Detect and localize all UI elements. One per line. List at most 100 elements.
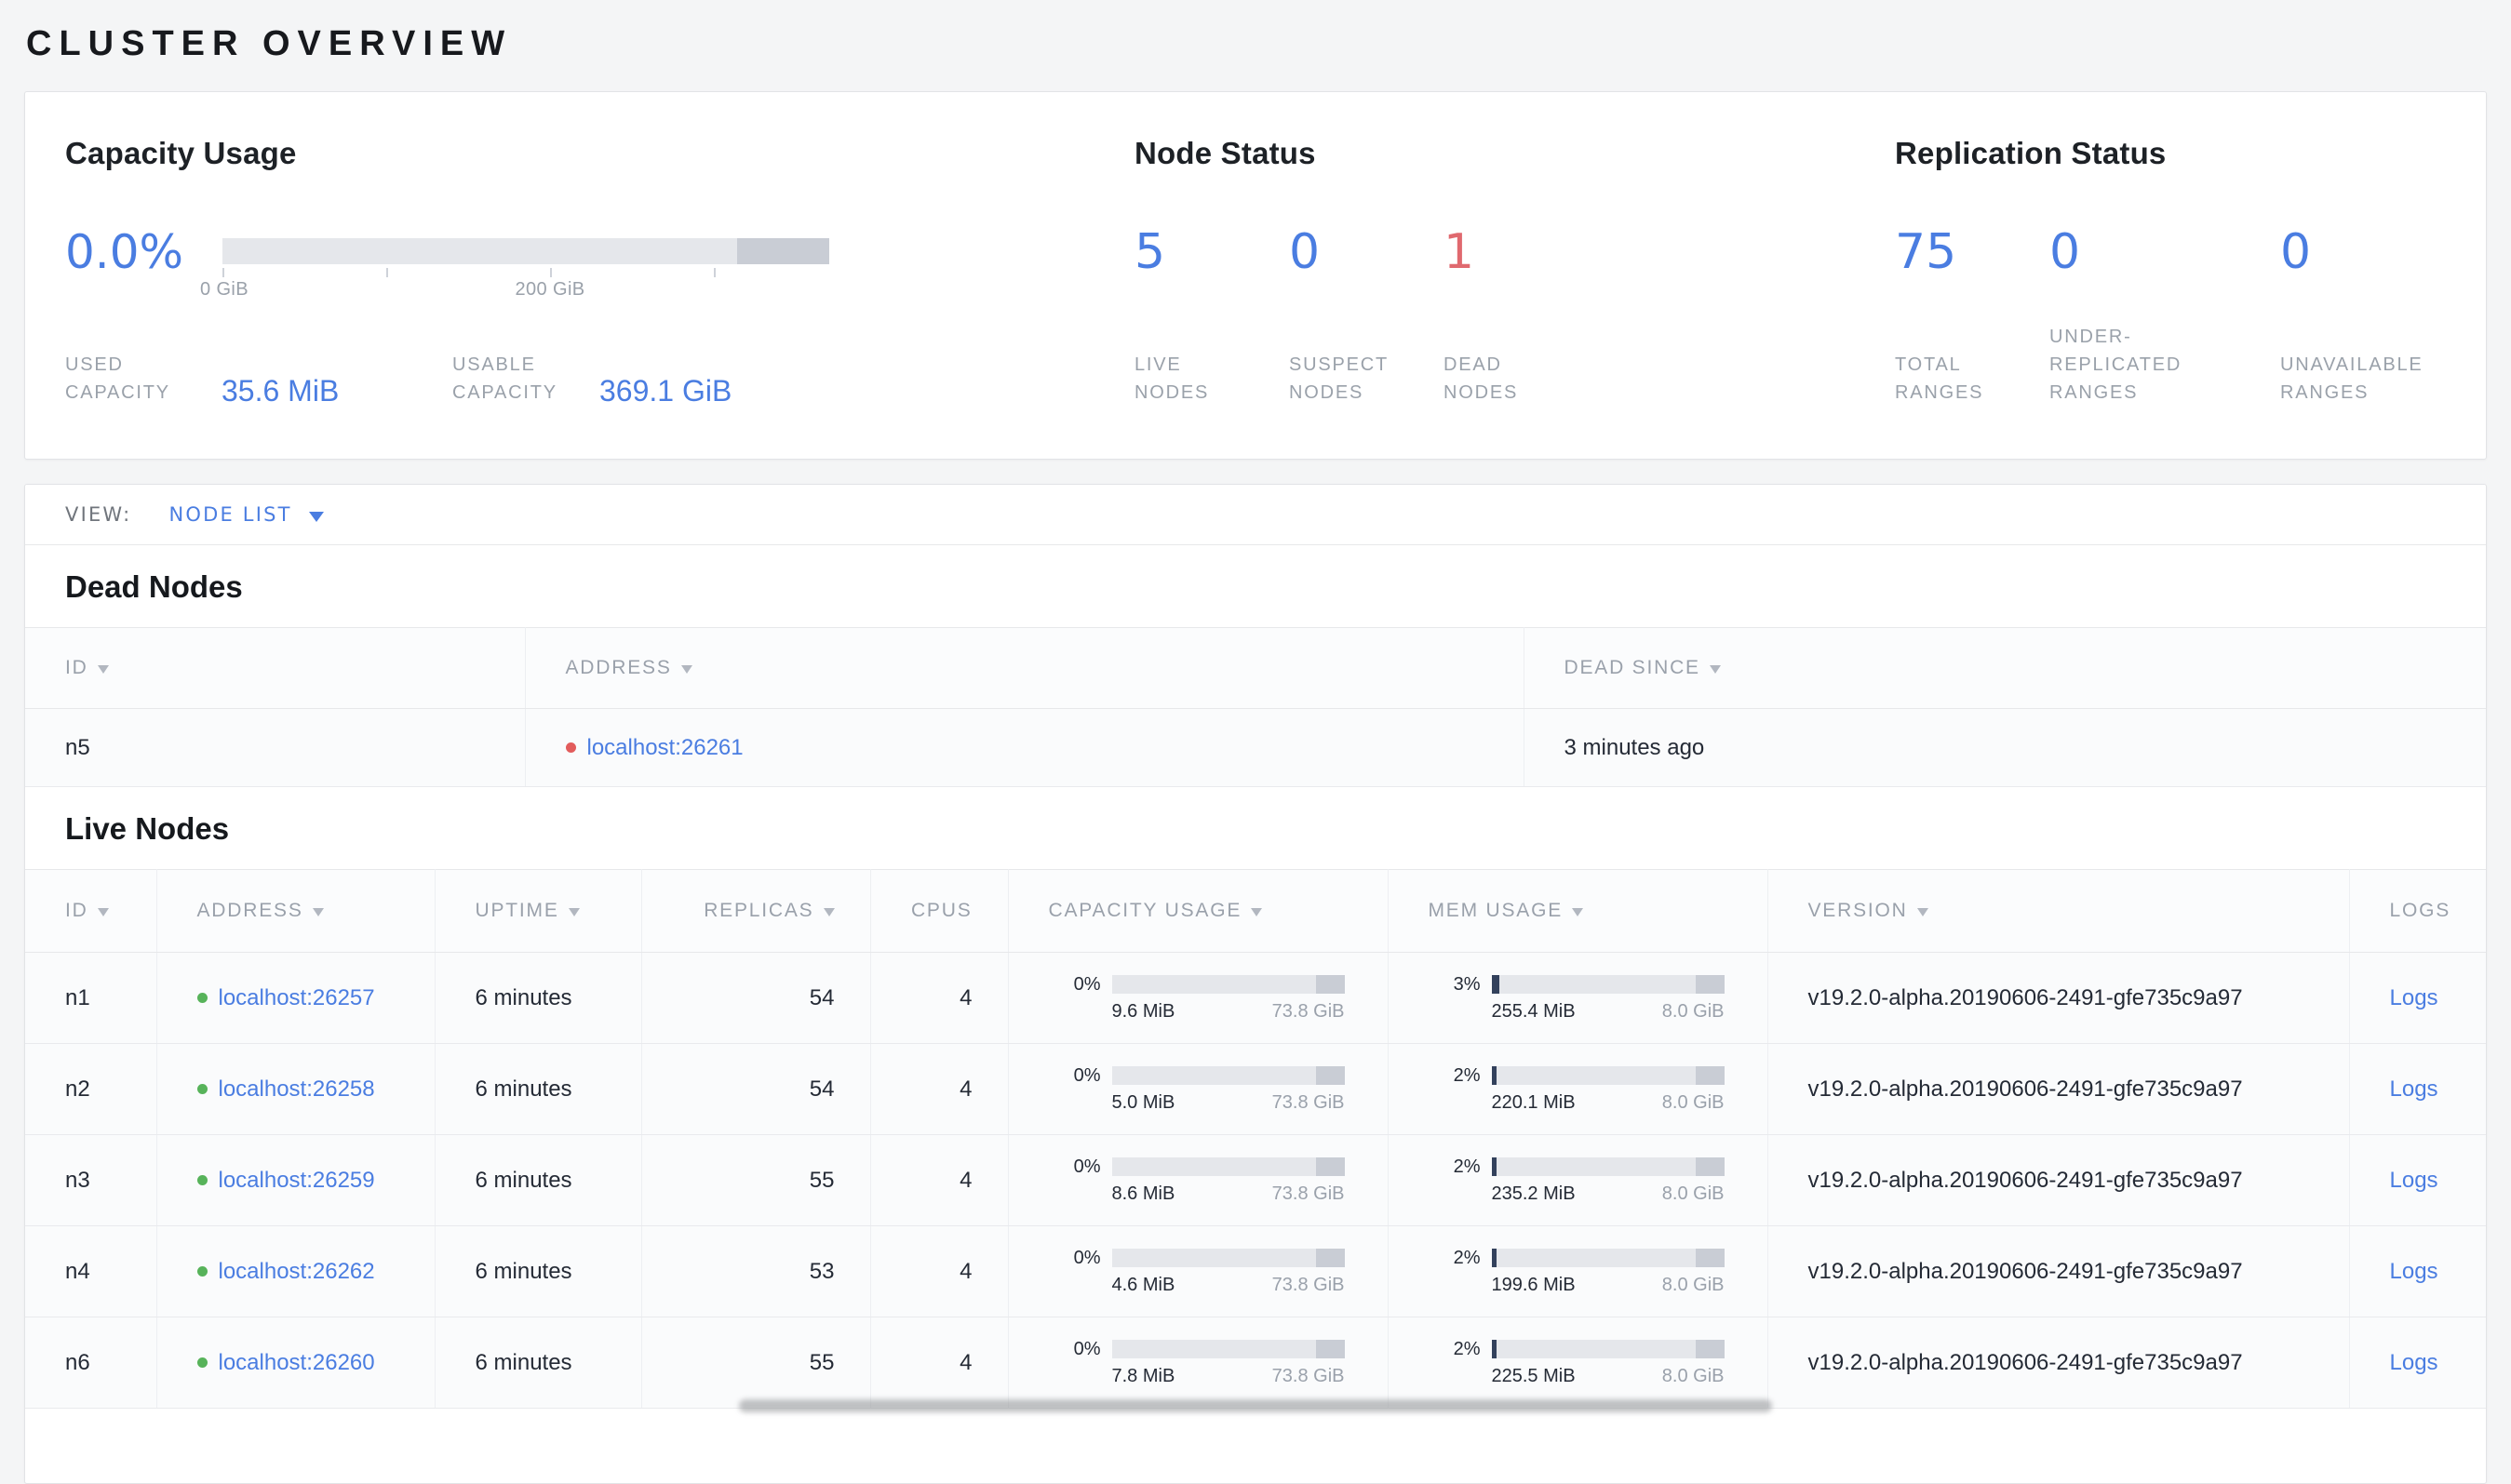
sort-icon (1710, 665, 1721, 674)
node-address-cell: localhost:26257 (156, 953, 435, 1044)
column-header-label: VERSION (1808, 900, 1908, 921)
column-header-replicas[interactable]: REPLICAS (641, 870, 870, 953)
column-header-address[interactable]: ADDRESS (525, 628, 1524, 709)
mem-total-value: 8.0 GiB (1662, 1183, 1725, 1205)
view-dropdown[interactable]: NODE LIST (168, 503, 323, 526)
column-header-label: LOGS (2390, 900, 2451, 921)
live-node-row: n6 localhost:26260 6 minutes 55 4 0% 7.8… (25, 1317, 2486, 1409)
capacity-used-value: 9.6 MiB (1112, 1001, 1175, 1023)
mem-used-value: 225.5 MiB (1492, 1366, 1576, 1387)
sort-icon (824, 908, 835, 916)
column-header-label: UPTIME (476, 900, 559, 921)
capacity-usage-cell: 0% 4.6 MiB 73.8 GiB (1008, 1226, 1388, 1317)
replication-status-section: Replication Status 75 TOTAL RANGES 0 UND… (1895, 135, 2446, 407)
mem-mini-bar (1492, 1340, 1725, 1358)
column-header-label: MEM USAGE (1429, 900, 1564, 921)
sort-icon (681, 665, 692, 674)
column-header-dead-since[interactable]: DEAD SINCE (1524, 628, 2486, 709)
capacity-usage-chart: 0.0% 0 GiB 200 GiB (65, 228, 1135, 305)
column-header-id[interactable]: ID (25, 870, 156, 953)
column-header-id[interactable]: ID (25, 628, 525, 709)
capacity-used-value: 8.6 MiB (1112, 1183, 1175, 1205)
live-node-row: n4 localhost:26262 6 minutes 53 4 0% 4.6… (25, 1226, 2486, 1317)
uptime-cell: 6 minutes (435, 1044, 641, 1135)
capacity-axis: 0 GiB 200 GiB (222, 264, 829, 305)
stat-value: 1 (1443, 228, 1598, 276)
node-address-link[interactable]: localhost:26257 (219, 985, 375, 1010)
version-cell: v19.2.0-alpha.20190606-2491-gfe735c9a97 (1767, 1226, 2349, 1317)
dead-nodes-title: Dead Nodes (25, 545, 2486, 627)
mem-percent-label: 2% (1429, 1156, 1481, 1178)
capacity-bar-reserved-segment (1316, 1157, 1345, 1176)
mem-percent-label: 3% (1429, 974, 1481, 996)
stat-dead-nodes: 1 DEAD NODES (1443, 228, 1598, 407)
sort-icon (1251, 908, 1262, 916)
mem-usage-cell: 3% 255.4 MiB 8.0 GiB (1388, 953, 1767, 1044)
axis-tick (550, 268, 552, 277)
mem-mini-bar (1492, 1066, 1725, 1085)
mem-usage-cell: 2% 225.5 MiB 8.0 GiB (1388, 1317, 1767, 1409)
capacity-used-percent: 0.0% (65, 228, 222, 276)
view-dropdown-value: NODE LIST (168, 503, 291, 526)
capacity-percent-label: 0% (1049, 1065, 1101, 1087)
uptime-cell: 6 minutes (435, 953, 641, 1044)
mem-bar-reserved-segment (1696, 1157, 1725, 1176)
capacity-used-value: 7.8 MiB (1112, 1366, 1175, 1387)
sort-icon (98, 665, 109, 674)
mem-bar-reserved-segment (1696, 1249, 1725, 1267)
version-cell: v19.2.0-alpha.20190606-2491-gfe735c9a97 (1767, 953, 2349, 1044)
horizontal-scrollbar[interactable] (739, 1399, 1772, 1412)
live-node-row: n2 localhost:26258 6 minutes 54 4 0% 5.0… (25, 1044, 2486, 1135)
view-label: VIEW: (65, 503, 131, 526)
capacity-total-value: 73.8 GiB (1272, 1092, 1345, 1114)
mem-mini-bar (1492, 1157, 1725, 1176)
capacity-mini-bar (1112, 975, 1345, 994)
node-live-status-icon (197, 1357, 208, 1368)
capacity-used-value: 5.0 MiB (1112, 1092, 1175, 1114)
node-address-link[interactable]: localhost:26261 (587, 735, 744, 760)
uptime-cell: 6 minutes (435, 1226, 641, 1317)
node-status-title: Node Status (1135, 135, 1895, 172)
node-address-cell: localhost:26260 (156, 1317, 435, 1409)
column-header-version[interactable]: VERSION (1767, 870, 2349, 953)
axis-tick (386, 268, 388, 277)
node-logs-link[interactable]: Logs (2390, 1350, 2438, 1375)
capacity-usage-cell: 0% 9.6 MiB 73.8 GiB (1008, 953, 1388, 1044)
node-logs-link[interactable]: Logs (2390, 985, 2438, 1010)
capacity-mini-bar (1112, 1157, 1345, 1176)
mem-used-value: 255.4 MiB (1492, 1001, 1576, 1023)
node-id-cell: n1 (25, 953, 156, 1044)
node-id-cell: n4 (25, 1226, 156, 1317)
capacity-usage-title: Capacity Usage (65, 135, 1135, 172)
node-logs-link[interactable]: Logs (2390, 1168, 2438, 1193)
page-title: CLUSTER OVERVIEW (26, 22, 2487, 65)
live-node-row: n3 localhost:26259 6 minutes 55 4 0% 8.6… (25, 1135, 2486, 1226)
stat-label: UNAVAILABLE RANGES (2280, 351, 2392, 407)
logs-cell: Logs (2349, 1044, 2486, 1135)
column-header-uptime[interactable]: UPTIME (435, 870, 641, 953)
stat-label: TOTAL RANGES (1895, 351, 2007, 407)
replication-status-stats: 75 TOTAL RANGES 0 UNDER-REPLICATED RANGE… (1895, 228, 2446, 407)
column-header-label: ADDRESS (197, 900, 303, 921)
view-selector-bar: VIEW: NODE LIST (25, 485, 2486, 545)
column-header-capacity-usage[interactable]: CAPACITY USAGE (1008, 870, 1388, 953)
node-address-link[interactable]: localhost:26262 (219, 1259, 375, 1284)
usable-capacity-label: USABLE CAPACITY (452, 351, 599, 407)
column-header-label: CPUS (911, 900, 973, 921)
node-address-link[interactable]: localhost:26259 (219, 1168, 375, 1193)
capacity-percent-label: 0% (1049, 1156, 1101, 1178)
node-logs-link[interactable]: Logs (2390, 1076, 2438, 1102)
mem-mini-bar (1492, 975, 1725, 994)
mem-total-value: 8.0 GiB (1662, 1366, 1725, 1387)
node-address-link[interactable]: localhost:26258 (219, 1076, 375, 1102)
node-address-cell: localhost:26261 (525, 709, 1524, 787)
column-header-mem-usage[interactable]: MEM USAGE (1388, 870, 1767, 953)
used-capacity-label: USED CAPACITY (65, 351, 222, 407)
capacity-total-value: 73.8 GiB (1272, 1001, 1345, 1023)
node-logs-link[interactable]: Logs (2390, 1259, 2438, 1284)
mem-usage-cell: 2% 199.6 MiB 8.0 GiB (1388, 1226, 1767, 1317)
mem-used-value: 235.2 MiB (1492, 1183, 1576, 1205)
node-address-link[interactable]: localhost:26260 (219, 1350, 375, 1375)
column-header-address[interactable]: ADDRESS (156, 870, 435, 953)
capacity-bar-reserved-segment (1316, 1066, 1345, 1085)
